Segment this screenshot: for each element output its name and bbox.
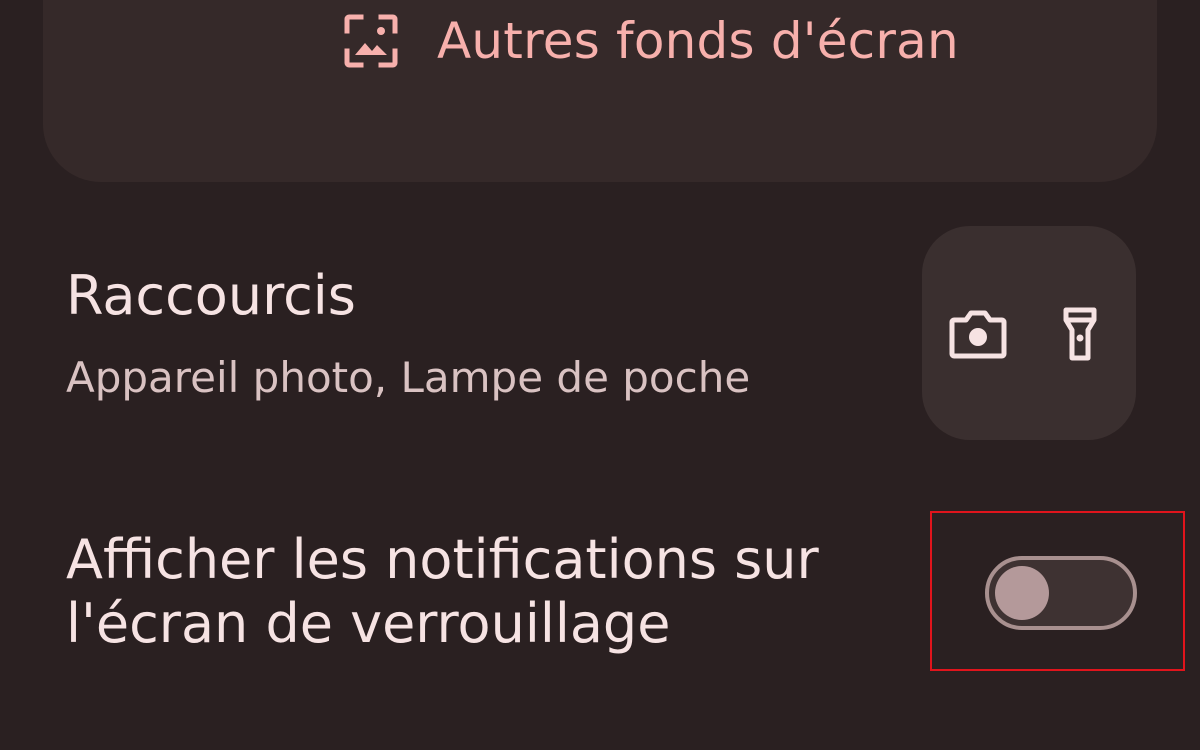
shortcuts-title: Raccourcis (66, 264, 356, 327)
toggle-knob (995, 566, 1049, 620)
lockscreen-notifications-toggle[interactable] (985, 556, 1137, 630)
lockscreen-notifications-label: Afficher les notifications sur l'écran d… (66, 528, 819, 655)
flashlight-icon (1063, 307, 1097, 361)
shortcuts-subtitle: Appareil photo, Lampe de poche (66, 353, 751, 402)
camera-icon (949, 310, 1007, 359)
wallpaper-card: Autres fonds d'écran (43, 0, 1157, 182)
more-wallpapers-label: Autres fonds d'écran (437, 12, 959, 70)
shortcuts-preview[interactable] (922, 226, 1136, 440)
lock-screen-settings-page: Autres fonds d'écran Raccourcis Appareil… (0, 0, 1200, 750)
image-icon (344, 14, 398, 68)
more-wallpapers-button[interactable]: Autres fonds d'écran (343, 6, 959, 76)
